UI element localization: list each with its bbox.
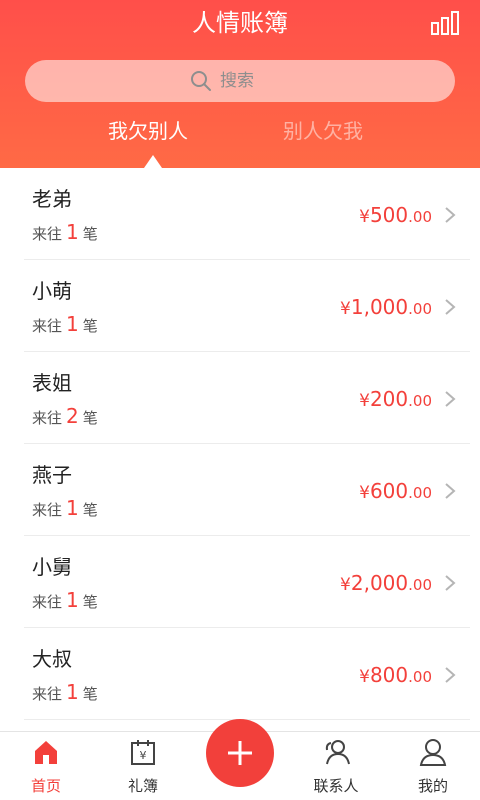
chevron-right-icon	[445, 575, 456, 591]
list-item[interactable]: 小舅 来往 1 笔 ¥2,000.00	[24, 536, 470, 628]
count-suffix: 笔	[82, 593, 98, 611]
tab-label: 联系人	[313, 777, 359, 795]
amount-decimal: .00	[408, 668, 432, 686]
tab-contacts[interactable]: 联系人	[296, 732, 376, 800]
search-bar[interactable]	[25, 60, 455, 102]
amount: ¥600.00	[359, 478, 432, 506]
contact-name: 表姐	[32, 371, 72, 395]
page-title: 人情账簿	[192, 9, 288, 37]
amount-integer: 800	[369, 663, 409, 687]
count-prefix: 来往	[32, 317, 63, 335]
tab-i-owe[interactable]: 我欠别人	[108, 114, 188, 148]
transaction-count: 来往 1 笔	[32, 588, 98, 614]
contact-name: 老弟	[32, 187, 72, 211]
amount: ¥800.00	[359, 662, 432, 690]
contacts-icon	[325, 740, 350, 765]
currency-symbol: ¥	[359, 391, 370, 411]
count-prefix: 来往	[32, 593, 63, 611]
chevron-right-icon	[445, 667, 456, 683]
contact-name: 大叔	[32, 647, 72, 671]
amount: ¥1,000.00	[340, 294, 432, 322]
count-suffix: 笔	[82, 225, 98, 243]
chevron-right-icon	[445, 207, 456, 223]
count-suffix: 笔	[82, 685, 98, 703]
amount-integer: 1,000	[350, 295, 409, 319]
currency-symbol: ¥	[359, 483, 370, 503]
list-item[interactable]: 燕子 来往 1 笔 ¥600.00	[24, 444, 470, 536]
count-prefix: 来往	[32, 225, 63, 243]
count-value: 1	[66, 496, 79, 520]
count-prefix: 来往	[32, 409, 63, 427]
transaction-count: 来往 1 笔	[32, 680, 98, 706]
bar-chart-icon	[431, 11, 459, 35]
amount-decimal: .00	[408, 300, 432, 318]
amount-decimal: .00	[408, 208, 432, 226]
contact-name: 小萌	[32, 279, 72, 303]
search-input[interactable]	[220, 71, 290, 91]
count-value: 1	[66, 312, 79, 336]
count-prefix: 来往	[32, 501, 63, 519]
contact-list: 老弟 来往 1 笔 ¥500.00 小萌 来往 1 笔 ¥1,000.00 表姐 来往 2…	[0, 168, 480, 731]
svg-text:¥: ¥	[140, 749, 147, 762]
transaction-count: 来往 1 笔	[32, 496, 98, 522]
count-prefix: 来往	[32, 685, 63, 703]
amount-integer: 200	[369, 387, 409, 411]
profile-icon	[419, 739, 447, 766]
currency-symbol: ¥	[359, 667, 370, 687]
transaction-count: 来往 1 笔	[32, 220, 98, 246]
amount-integer: 2,000	[350, 571, 409, 595]
transaction-count: 来往 2 笔	[32, 404, 98, 430]
count-value: 1	[66, 680, 79, 704]
ledger-icon: ¥	[131, 740, 155, 765]
count-value: 1	[66, 588, 79, 612]
amount-decimal: .00	[408, 484, 432, 502]
chevron-right-icon	[445, 483, 456, 499]
amount: ¥500.00	[359, 202, 432, 230]
search-icon	[191, 71, 211, 91]
count-suffix: 笔	[82, 501, 98, 519]
amount-integer: 600	[369, 479, 409, 503]
currency-symbol: ¥	[340, 299, 351, 319]
tab-home[interactable]: 首页	[6, 732, 86, 800]
amount: ¥2,000.00	[340, 570, 432, 598]
tab-bar: 我欠别人 别人欠我	[0, 114, 480, 168]
list-item[interactable]: 表姐 来往 2 笔 ¥200.00	[24, 352, 470, 444]
count-suffix: 笔	[82, 409, 98, 427]
transaction-count: 来往 1 笔	[32, 312, 98, 338]
tab-ledger[interactable]: ¥ 礼簿	[103, 732, 183, 800]
amount-decimal: .00	[408, 392, 432, 410]
header: 人情账簿 我欠别人 别人欠我	[0, 0, 480, 168]
amount-decimal: .00	[408, 576, 432, 594]
tab-label: 我的	[417, 777, 448, 795]
amount-integer: 500	[369, 203, 409, 227]
tab-indicator	[144, 155, 162, 168]
tab-owed-to-me[interactable]: 别人欠我	[283, 114, 363, 148]
list-item[interactable]: 小萌 来往 1 笔 ¥1,000.00	[24, 260, 470, 352]
chevron-right-icon	[445, 299, 456, 315]
home-icon	[35, 741, 57, 764]
tab-label: 礼簿	[127, 777, 158, 795]
tab-profile[interactable]: 我的	[393, 732, 473, 800]
stats-button[interactable]	[430, 10, 460, 36]
currency-symbol: ¥	[359, 207, 370, 227]
contact-name: 燕子	[32, 463, 72, 487]
count-suffix: 笔	[82, 317, 98, 335]
contact-name: 小舅	[32, 555, 72, 579]
plus-icon	[228, 741, 252, 765]
list-item[interactable]: 大叔 来往 1 笔 ¥800.00	[24, 628, 470, 720]
count-value: 2	[66, 404, 79, 428]
currency-symbol: ¥	[340, 575, 351, 595]
amount: ¥200.00	[359, 386, 432, 414]
add-record-button[interactable]	[206, 719, 274, 787]
tab-label: 首页	[30, 777, 61, 795]
list-item[interactable]: 老弟 来往 1 笔 ¥500.00	[24, 168, 470, 260]
chevron-right-icon	[445, 391, 456, 407]
count-value: 1	[66, 220, 79, 244]
